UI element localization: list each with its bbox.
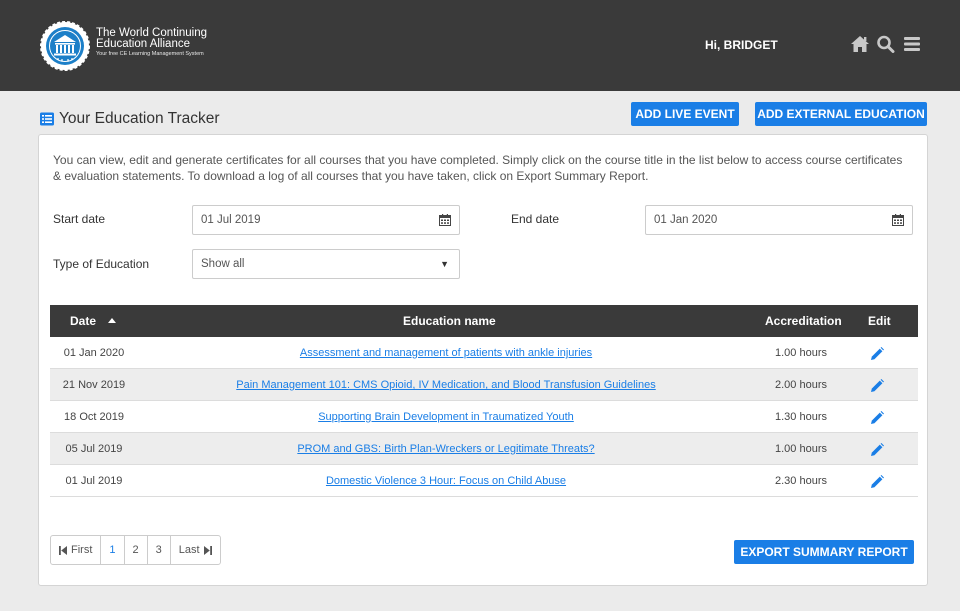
education-table: Date Education name Accreditation Edit 0… xyxy=(50,305,918,497)
row-name-cell: PROM and GBS: Birth Plan-Wreckers or Leg… xyxy=(140,433,752,465)
logo-line2: Education Alliance xyxy=(96,38,190,50)
caret-down-icon: ▼ xyxy=(440,259,449,269)
row-accreditation: 2.30 hours xyxy=(775,475,827,487)
add-external-education-button[interactable]: ADD EXTERNAL EDUCATION xyxy=(755,102,927,126)
row-date: 01 Jan 2020 xyxy=(63,347,125,359)
skip-first-icon xyxy=(59,545,67,555)
row-date: 01 Jul 2019 xyxy=(65,475,123,487)
page-title-text: Your Education Tracker xyxy=(59,110,220,127)
end-date-label: End date xyxy=(511,212,560,226)
row-date: 05 Jul 2019 xyxy=(65,443,123,455)
table-header: Date Education name Accreditation Edit xyxy=(50,305,918,337)
course-link[interactable]: Assessment and management of patients wi… xyxy=(300,347,592,359)
row-name-cell: Assessment and management of patients wi… xyxy=(140,337,752,369)
calendar-icon xyxy=(439,214,451,226)
user-name: BRIDGET xyxy=(723,38,778,52)
education-type-value: Show all xyxy=(201,258,245,270)
site-logo[interactable]: The World Continuing Education Alliance … xyxy=(40,21,220,71)
menu-icon[interactable] xyxy=(902,35,922,53)
sort-ascending-icon xyxy=(108,318,117,324)
row-accreditation: 1.00 hours xyxy=(775,443,827,455)
pagination-last[interactable]: Last xyxy=(171,536,220,564)
course-link[interactable]: Domestic Violence 3 Hour: Focus on Child… xyxy=(326,475,566,487)
row-date: 21 Nov 2019 xyxy=(62,379,126,391)
logo-badge-icon xyxy=(40,21,90,71)
pagination-last-label: Last xyxy=(178,544,200,556)
pencil-icon[interactable] xyxy=(870,475,884,489)
logo-tagline: Your free CE Learning Management System xyxy=(96,51,204,57)
column-header-edit: Edit xyxy=(868,314,891,328)
pagination-first[interactable]: First xyxy=(51,536,102,564)
row-date: 18 Oct 2019 xyxy=(64,411,124,423)
page-title: Your Education Tracker xyxy=(40,110,220,128)
column-header-accreditation: Accreditation xyxy=(765,314,842,328)
row-accreditation: 1.30 hours xyxy=(775,411,827,423)
table-row: 21 Nov 2019 Pain Management 101: CMS Opi… xyxy=(50,369,918,401)
pagination-page-2[interactable]: 2 xyxy=(125,536,148,564)
column-header-name: Education name xyxy=(403,314,496,328)
list-icon xyxy=(40,112,54,126)
end-date-field[interactable]: 01 Jan 2020 xyxy=(645,205,913,235)
home-icon[interactable] xyxy=(850,35,870,53)
skip-last-icon xyxy=(203,545,212,555)
table-row: 18 Oct 2019 Supporting Brain Development… xyxy=(50,401,918,433)
table-row: 05 Jul 2019 PROM and GBS: Birth Plan-Wre… xyxy=(50,433,918,465)
start-date-label: Start date xyxy=(53,212,106,226)
logo-text: The World Continuing Education Alliance … xyxy=(96,27,207,59)
pagination-page-1[interactable]: 1 xyxy=(101,536,125,564)
greeting-prefix: Hi, xyxy=(705,38,724,52)
education-type-select[interactable]: Show all ▼ xyxy=(192,249,460,279)
course-link[interactable]: Pain Management 101: CMS Opioid, IV Medi… xyxy=(236,379,655,391)
row-name-cell: Supporting Brain Development in Traumati… xyxy=(140,401,752,433)
pencil-icon[interactable] xyxy=(870,347,884,361)
pagination-page-3[interactable]: 3 xyxy=(148,536,171,564)
pencil-icon[interactable] xyxy=(870,411,884,425)
tracker-card: You can view, edit and generate certific… xyxy=(38,134,928,586)
education-type-label: Type of Education xyxy=(53,257,150,271)
column-header-date-label: Date xyxy=(70,314,97,328)
intro-text: You can view, edit and generate certific… xyxy=(53,153,903,183)
column-header-date[interactable]: Date xyxy=(70,305,117,337)
pencil-icon[interactable] xyxy=(870,443,884,457)
pagination-first-label: First xyxy=(71,544,93,556)
row-accreditation: 1.00 hours xyxy=(775,347,827,359)
add-live-event-button[interactable]: ADD LIVE EVENT xyxy=(631,102,739,126)
course-link[interactable]: PROM and GBS: Birth Plan-Wreckers or Leg… xyxy=(297,443,594,455)
export-summary-report-button[interactable]: EXPORT SUMMARY REPORT xyxy=(734,540,914,564)
row-name-cell: Domestic Violence 3 Hour: Focus on Child… xyxy=(140,465,752,497)
table-row: 01 Jul 2019 Domestic Violence 3 Hour: Fo… xyxy=(50,465,918,497)
start-date-field[interactable]: 01 Jul 2019 xyxy=(192,205,460,235)
calendar-icon xyxy=(892,214,904,226)
row-accreditation: 2.00 hours xyxy=(775,379,827,391)
table-row: 01 Jan 2020 Assessment and management of… xyxy=(50,337,918,369)
user-greeting[interactable]: Hi, BRIDGET xyxy=(705,38,778,52)
start-date-value: 01 Jul 2019 xyxy=(201,214,261,226)
header-icon-group xyxy=(850,35,922,53)
end-date-value: 01 Jan 2020 xyxy=(654,214,718,226)
course-link[interactable]: Supporting Brain Development in Traumati… xyxy=(318,411,574,423)
row-name-cell: Pain Management 101: CMS Opioid, IV Medi… xyxy=(140,369,752,401)
pencil-icon[interactable] xyxy=(870,379,884,393)
pagination: First 1 2 3 Last xyxy=(50,535,221,565)
search-icon[interactable] xyxy=(876,35,896,53)
top-header: The World Continuing Education Alliance … xyxy=(0,0,960,91)
